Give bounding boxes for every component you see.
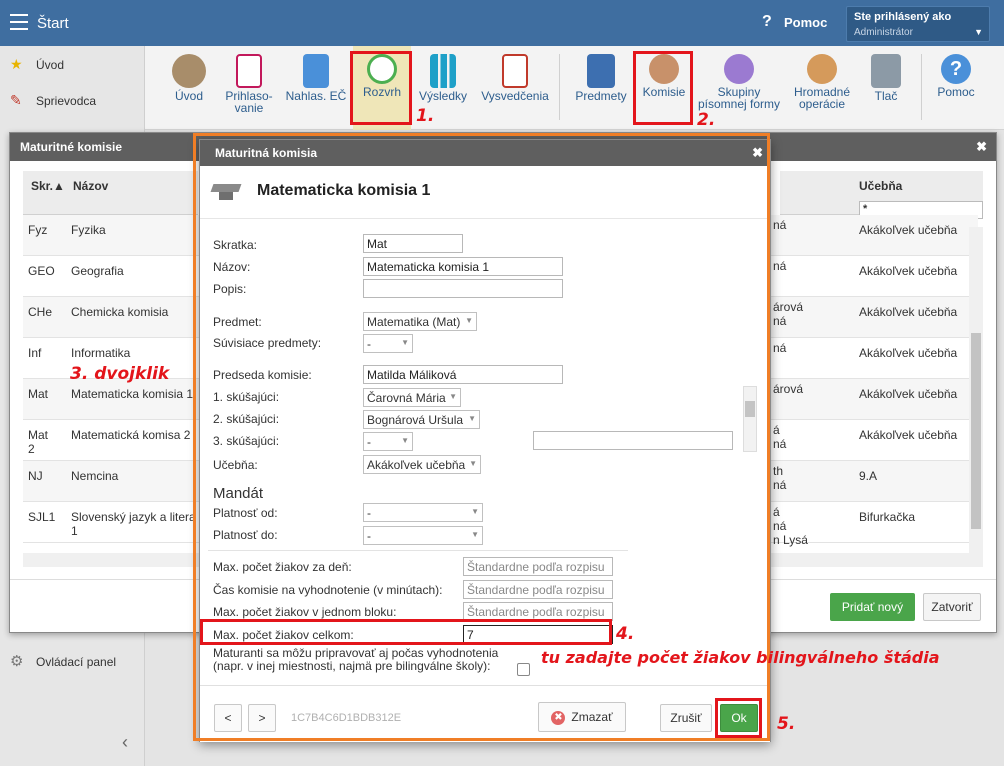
scrollbar-thumb[interactable] xyxy=(971,333,981,529)
cell-room: Akákoľvek učebňa xyxy=(859,387,958,401)
crowd-icon xyxy=(807,54,837,84)
toolbar: Úvod Prihlaso- vanie Nahlas. EČ Rozvrh V… xyxy=(145,46,1004,130)
cell-abbr: Mat 2 xyxy=(28,428,49,456)
cell-extra: á ná xyxy=(773,423,787,451)
cell-extra: ná xyxy=(773,259,787,273)
sidebar-item-sprievodca[interactable]: ✎ Sprievodca xyxy=(10,92,96,109)
cell-abbr: Mat xyxy=(28,387,49,401)
arrow-doc-icon xyxy=(303,54,329,88)
cell-abbr: GEO xyxy=(28,264,55,278)
grid-header-right: Učebňa * xyxy=(780,171,983,219)
cell-name: Chemicka komisia xyxy=(71,305,169,319)
toolbar-divider xyxy=(921,54,922,120)
certificate-icon xyxy=(502,54,528,88)
cell-name: Nemcina xyxy=(71,469,119,483)
cell-extra: ná xyxy=(773,218,787,232)
toolbar-nahlas-ec[interactable]: Nahlas. EČ xyxy=(282,46,350,130)
annotation-3: 3. dvojklik xyxy=(70,364,170,384)
students-icon xyxy=(172,54,206,88)
cell-name: Geografia xyxy=(71,264,124,278)
grid-header: Skr.▲ Názov xyxy=(23,171,198,215)
cell-extra: árová xyxy=(773,382,804,396)
help-icon[interactable]: ? xyxy=(762,13,772,31)
cell-abbr: Inf xyxy=(28,346,42,360)
column-room[interactable]: Učebňa xyxy=(859,179,902,193)
cell-extra: th ná xyxy=(773,464,787,492)
annotation-box-ok xyxy=(715,698,762,738)
help-circle-icon: ? xyxy=(941,54,971,84)
column-name[interactable]: Názov xyxy=(73,179,108,193)
chevron-down-icon: ▼ xyxy=(974,27,983,37)
cell-room: Akákoľvek učebňa xyxy=(859,346,958,360)
help-link[interactable]: Pomoc xyxy=(784,15,827,30)
cell-name: Slovenský jazyk a litera 1 xyxy=(71,510,196,538)
menu-icon[interactable] xyxy=(10,14,28,30)
cell-extra: ná xyxy=(773,341,787,355)
annotation-2: 2. xyxy=(697,110,716,130)
annotation-box-max-celkom xyxy=(200,619,612,645)
form-icon xyxy=(236,54,262,88)
toolbar-hromadne[interactable]: Hromadné operácie xyxy=(785,46,859,130)
user-label: Ste prihlásený ako xyxy=(854,11,952,23)
add-new-button[interactable]: Pridať nový xyxy=(830,593,915,621)
cell-room: Akákoľvek učebňa xyxy=(859,223,958,237)
user-menu[interactable]: Ste prihlásený ako Administrátor ▼ xyxy=(846,6,990,42)
toolbar-vysvedcenia[interactable]: Vysvedčenia xyxy=(475,46,555,130)
toolbar-tlac[interactable]: Tlač xyxy=(861,46,911,130)
cell-room: Akákoľvek učebňa xyxy=(859,264,958,278)
cell-extra: á ná n Lysá xyxy=(773,505,808,547)
close-button[interactable]: Zatvoriť xyxy=(923,593,981,621)
toolbar-divider xyxy=(559,54,560,120)
toolbar-pomoc[interactable]: ? Pomoc xyxy=(931,46,981,130)
gear-icon: ⚙ xyxy=(10,653,24,670)
sidebar-item-label: Sprievodca xyxy=(36,94,97,108)
sidebar-item-label: Úvod xyxy=(36,58,65,72)
annotation-4: 4. xyxy=(616,624,635,644)
annotation-4-text: tu zadajte počet žiakov bilingválneho št… xyxy=(541,648,940,667)
cell-abbr: Fyz xyxy=(28,223,48,237)
app-title[interactable]: Štart xyxy=(37,15,69,32)
cell-abbr: NJ xyxy=(28,469,43,483)
user-name: Administrátor xyxy=(854,27,913,38)
annotation-5: 5. xyxy=(777,714,796,734)
collapse-icon[interactable]: ‹ xyxy=(122,732,128,753)
toolbar-predmety[interactable]: Predmety xyxy=(569,46,633,130)
cell-room: Bifurkačka xyxy=(859,510,916,524)
sidebar-item-uvod[interactable]: ★ Úvod xyxy=(10,56,64,73)
cell-abbr: SJL1 xyxy=(28,510,56,524)
close-icon[interactable]: ✖ xyxy=(976,139,987,155)
cell-abbr: CHe xyxy=(28,305,53,319)
cell-name: Matematická komisa 2 xyxy=(71,428,191,442)
cell-name: Fyzika xyxy=(71,223,106,237)
cell-room: Akákoľvek učebňa xyxy=(859,305,958,319)
annotation-box-rozvrh xyxy=(350,51,412,125)
dialog-title: Maturitné komisie xyxy=(20,140,123,154)
cell-name: Informatika xyxy=(71,346,131,360)
top-bar: Štart ? Pomoc Ste prihlásený ako Adminis… xyxy=(0,0,1004,46)
annotation-1: 1. xyxy=(416,106,435,126)
wand-icon: ✎ xyxy=(10,92,22,108)
cell-room: 9.A xyxy=(859,469,878,483)
bar-chart-icon xyxy=(430,54,456,88)
cell-extra: árová ná xyxy=(773,300,804,328)
sidebar-item-label: Ovládací panel xyxy=(36,655,117,669)
sidebar-item-ovladaci-panel[interactable]: ⚙ Ovládací panel xyxy=(10,652,116,670)
column-abbr[interactable]: Skr.▲ xyxy=(31,179,65,193)
cell-room: Akákoľvek učebňa xyxy=(859,428,958,442)
annotation-box-komisie xyxy=(633,51,693,125)
group-icon xyxy=(724,54,754,84)
printer-icon xyxy=(871,54,901,88)
toolbar-prihlasovanie[interactable]: Prihlaso- vanie xyxy=(219,46,279,130)
toolbar-uvod[interactable]: Úvod xyxy=(159,46,219,130)
book-icon xyxy=(587,54,615,88)
star-icon: ★ xyxy=(10,56,23,72)
cell-name: Matematicka komisia 1 xyxy=(71,387,194,401)
